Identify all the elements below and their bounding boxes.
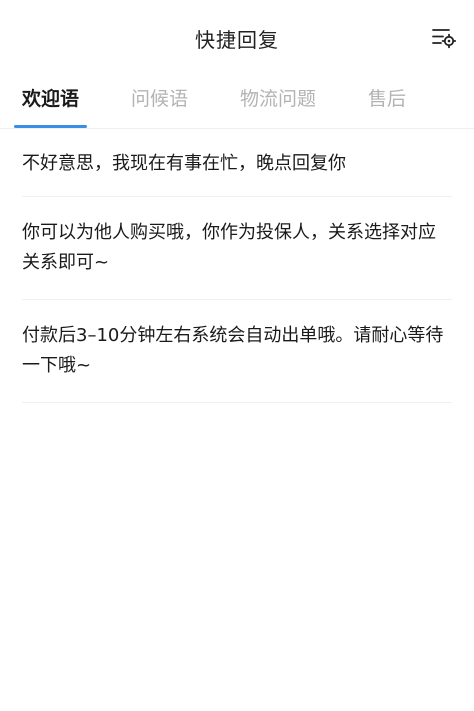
tab-greeting[interactable]: 问候语	[131, 76, 188, 128]
reply-text: 不好意思，我现在有事在忙，晚点回复你	[22, 153, 346, 174]
reply-text: 你可以为他人购买哦，你作为投保人，关系选择对应关系即可~	[22, 222, 436, 273]
header-bar: 快捷回复	[0, 0, 474, 76]
reply-text: 付款后3–10分钟左右系统会自动出单哦。请耐心等待一下哦~	[22, 325, 444, 376]
category-tabs: 欢迎语 问候语 物流问题 售后	[0, 76, 474, 129]
tab-after-sales[interactable]: 售后	[368, 76, 406, 128]
tab-welcome[interactable]: 欢迎语	[13, 76, 88, 128]
settings-button[interactable]	[430, 24, 458, 52]
reply-item[interactable]: 你可以为他人购买哦，你作为投保人，关系选择对应关系即可~	[22, 197, 452, 300]
settings-list-icon	[432, 29, 456, 49]
quick-reply-screen: 快捷回复 欢迎语 问候语 物流问题 售后 不好意思，我现在有事在忙，晚点回复你 …	[0, 0, 474, 711]
tab-logistics[interactable]: 物流问题	[240, 76, 316, 128]
tab-label: 问候语	[131, 88, 189, 110]
page-title: 快捷回复	[195, 27, 279, 52]
reply-list: 不好意思，我现在有事在忙，晚点回复你 你可以为他人购买哦，你作为投保人，关系选择…	[0, 129, 474, 403]
tab-label: 欢迎语	[22, 88, 80, 110]
reply-item[interactable]: 付款后3–10分钟左右系统会自动出单哦。请耐心等待一下哦~	[22, 300, 452, 403]
tab-label: 物流问题	[240, 88, 317, 110]
tab-label: 售后	[368, 88, 407, 110]
reply-item[interactable]: 不好意思，我现在有事在忙，晚点回复你	[22, 129, 452, 197]
